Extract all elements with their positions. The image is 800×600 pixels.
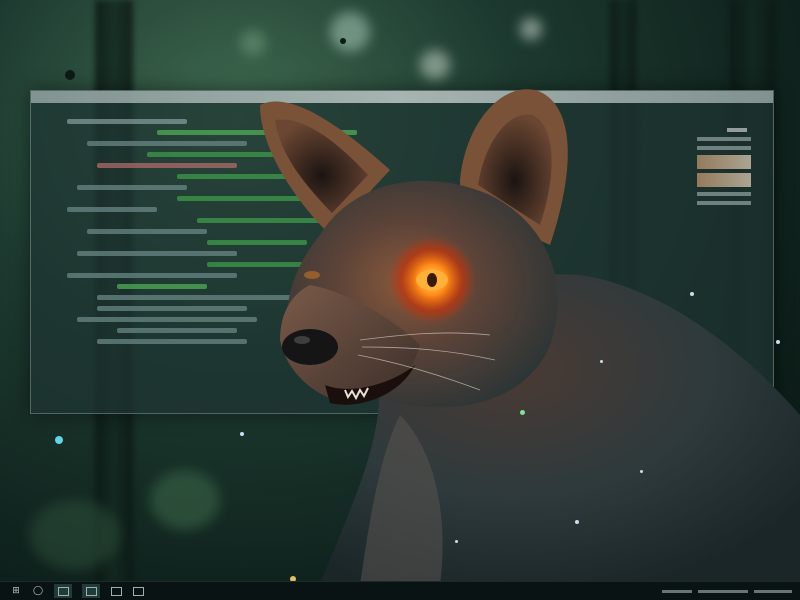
code-line [67,119,187,124]
tray-status [662,589,692,593]
start-icon[interactable]: ⊞ [10,586,22,596]
code-line [77,251,237,256]
floating-particle [600,360,603,363]
floating-particle [575,520,579,524]
fox-nose [282,329,338,365]
code-line [97,306,247,311]
bokeh-light [520,18,542,40]
floating-particle [776,340,780,344]
app-window-icon[interactable] [132,586,144,596]
floating-particle [520,410,525,415]
tray-clock[interactable] [754,589,792,593]
system-tray[interactable] [662,589,792,593]
fox-far-eye [304,271,320,279]
bokeh-light [420,50,450,80]
bokeh-light [30,500,120,570]
fox-nose-highlight [294,336,310,344]
floating-particle [340,38,346,44]
search-icon[interactable]: ◯ [32,586,44,596]
floating-particle [690,292,694,296]
floating-particle [455,540,458,543]
code-line [97,163,237,168]
fox-illustration [260,89,800,585]
code-line [67,273,237,278]
file-explorer-icon[interactable] [82,584,100,598]
bokeh-light [150,470,220,530]
tray-status [698,589,748,593]
code-line [77,185,187,190]
code-line [117,328,237,333]
floating-particle [240,432,244,436]
bokeh-light [330,12,370,52]
floating-particle [640,470,643,473]
terminal-icon[interactable] [110,586,122,596]
taskbar: ⊞ ◯ [0,581,800,600]
code-line [77,317,257,322]
fox-eye-pupil [427,273,437,287]
code-line [67,207,157,212]
floating-particle [65,70,75,80]
floating-particle [55,436,63,444]
wallpaper-scene: ⊞ ◯ [0,0,800,600]
code-line [97,339,247,344]
task-view-icon[interactable] [54,584,72,598]
code-line [87,141,247,146]
code-line [117,284,207,289]
code-line [87,229,207,234]
bokeh-light [240,30,266,56]
